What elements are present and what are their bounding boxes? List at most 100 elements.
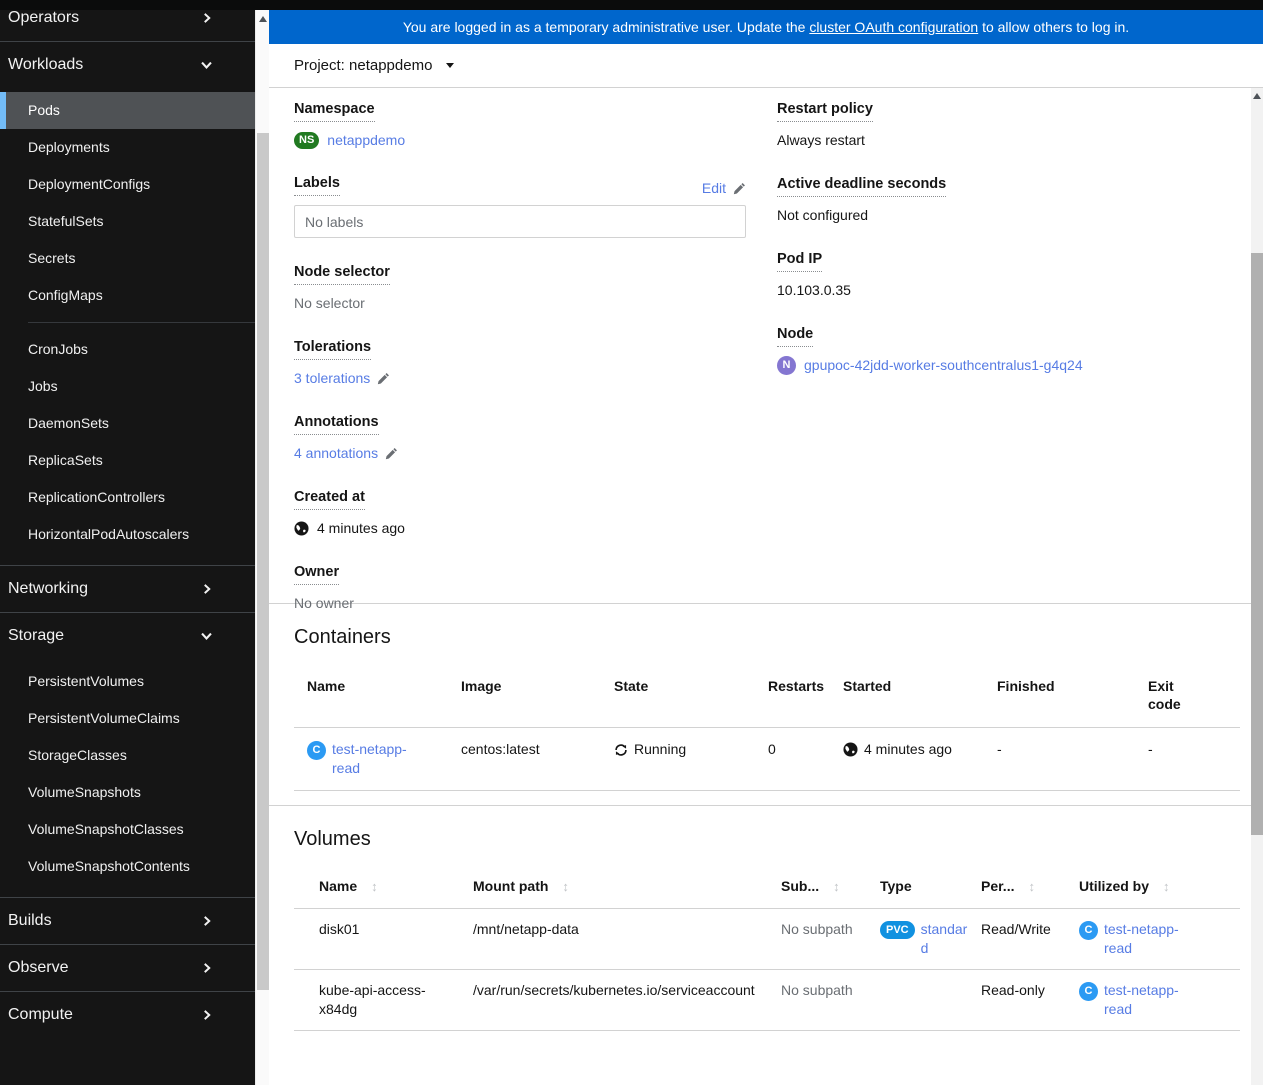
created-at-value: 4 minutes ago xyxy=(317,520,405,536)
restart-policy-label: Restart policy xyxy=(777,101,873,122)
sidebar-item-jobs[interactable]: Jobs xyxy=(0,368,255,405)
sidebar-item-secrets[interactable]: Secrets xyxy=(0,240,255,277)
sidebar-item-workloads[interactable]: Workloads xyxy=(0,42,255,88)
sidebar-item-volumesnapshots[interactable]: VolumeSnapshots xyxy=(0,774,255,811)
sidebar-item-label: Networking xyxy=(8,580,89,597)
namespace-label: Namespace xyxy=(294,101,375,122)
column-header-image: Image xyxy=(461,678,502,694)
pvc-badge: PVC xyxy=(880,921,915,939)
column-header-mount-path[interactable]: Mount path ↕ xyxy=(473,871,781,908)
sidebar-item-persistentvolumeclaims[interactable]: PersistentVolumeClaims xyxy=(0,700,255,737)
container-exit-code: - xyxy=(1148,741,1153,757)
volume-table-row: kube-api-access-x84dg /var/run/secrets/k… xyxy=(294,970,1240,1031)
sidebar-item-deployments[interactable]: Deployments xyxy=(0,129,255,166)
column-header-name[interactable]: Name ↕ xyxy=(319,871,473,908)
sidebar-item-cronjobs[interactable]: CronJobs xyxy=(0,331,255,368)
caret-down-icon xyxy=(446,63,455,68)
container-badge: C xyxy=(1079,921,1098,940)
sidebar-item-label: Builds xyxy=(8,912,52,929)
scroll-up-arrow-icon[interactable] xyxy=(1253,93,1261,99)
containers-table: Name Image State Restarts Started Finish… xyxy=(294,669,1240,791)
globe-icon xyxy=(843,742,858,757)
sidebar-nav: Operators Workloads Pods Deployments Dep… xyxy=(0,0,255,1085)
container-finished: - xyxy=(997,741,1002,757)
edit-labels-button[interactable]: Edit xyxy=(702,180,746,196)
container-started: 4 minutes ago xyxy=(864,741,952,757)
utilized-by-link[interactable]: test-netapp-read xyxy=(1104,920,1196,958)
main-scrollbar[interactable] xyxy=(1251,88,1263,1085)
node-link[interactable]: gpupoc-42jdd-worker-southcentralus1-g4q2… xyxy=(804,356,1083,375)
container-table-row: C test-netapp-read centos:latest Running… xyxy=(294,728,1240,791)
sidebar-item-configmaps[interactable]: ConfigMaps xyxy=(0,277,255,314)
column-header-started: Started xyxy=(843,678,892,694)
sort-icon[interactable]: ↕ xyxy=(1163,879,1170,894)
volumes-table-header: Name ↕ Mount path ↕ Sub... ↕ Type Per... ↕ U… xyxy=(294,871,1240,909)
sidebar-item-observe[interactable]: Observe xyxy=(0,945,255,991)
column-header-state: State xyxy=(614,678,649,694)
pod-details-section: Namespace NS netappdemo Labels Edit No l… xyxy=(269,88,1251,611)
workloads-subnav: Pods Deployments DeploymentConfigs State… xyxy=(0,88,255,565)
container-name-link[interactable]: test-netapp-read xyxy=(332,740,412,778)
pencil-icon[interactable] xyxy=(385,447,398,460)
volumes-table: Name ↕ Mount path ↕ Sub... ↕ Type Per... ↕ U… xyxy=(294,871,1240,1031)
chevron-right-icon xyxy=(201,915,213,927)
tolerations-label: Tolerations xyxy=(294,339,372,360)
pvc-link[interactable]: standard xyxy=(921,920,971,958)
sidebar-item-persistentvolumes[interactable]: PersistentVolumes xyxy=(0,663,255,700)
sidebar-item-builds[interactable]: Builds xyxy=(0,898,255,944)
sidebar-item-label: Operators xyxy=(8,9,80,26)
volumes-heading: Volumes xyxy=(294,828,371,850)
volume-subpath: No subpath xyxy=(781,921,853,937)
cluster-oauth-configuration-link[interactable]: cluster OAuth configuration xyxy=(809,19,978,35)
project-bar: Project: netappdemo xyxy=(269,44,1263,88)
volume-mount-path: /var/run/secrets/kubernetes.io/serviceac… xyxy=(473,982,755,998)
annotations-link[interactable]: 4 annotations xyxy=(294,444,378,463)
temporary-admin-banner: You are logged in as a temporary adminis… xyxy=(269,10,1263,44)
utilized-by-link[interactable]: test-netapp-read xyxy=(1104,981,1196,1019)
main-area: You are logged in as a temporary adminis… xyxy=(269,10,1263,1085)
column-header-exit-code: Exit code xyxy=(1148,678,1181,712)
namespace-link[interactable]: netappdemo xyxy=(327,131,405,150)
sidebar-item-networking[interactable]: Networking xyxy=(0,566,255,612)
volume-permissions: Read/Write xyxy=(981,921,1051,937)
volumes-section: Volumes Name ↕ Mount path ↕ Sub... ↕ Type P… xyxy=(269,806,1251,1067)
sidebar-item-volumesnapshotcontents[interactable]: VolumeSnapshotContents xyxy=(0,848,255,885)
sidebar-scrollbar[interactable] xyxy=(255,10,269,1085)
tolerations-link[interactable]: 3 tolerations xyxy=(294,369,370,388)
labels-empty-box: No labels xyxy=(294,205,746,238)
sidebar-item-storage[interactable]: Storage xyxy=(0,613,255,659)
sort-icon[interactable]: ↕ xyxy=(833,879,840,894)
sidebar-item-statefulsets[interactable]: StatefulSets xyxy=(0,203,255,240)
column-header-finished: Finished xyxy=(997,678,1055,694)
project-selector[interactable]: Project: netappdemo xyxy=(294,57,455,74)
sidebar-item-replicasets[interactable]: ReplicaSets xyxy=(0,442,255,479)
column-header-type: Type xyxy=(880,878,912,894)
scroll-up-arrow-icon[interactable] xyxy=(258,16,267,22)
sidebar-item-deploymentconfigs[interactable]: DeploymentConfigs xyxy=(0,166,255,203)
sidebar-item-compute[interactable]: Compute xyxy=(0,992,255,1038)
sidebar-item-pods[interactable]: Pods xyxy=(0,92,255,129)
active-deadline-seconds-value: Not configured xyxy=(777,207,869,223)
sort-icon[interactable]: ↕ xyxy=(371,879,378,894)
column-header-utilized-by[interactable]: Utilized by ↕ xyxy=(1079,871,1240,908)
sidebar-item-replicationcontrollers[interactable]: ReplicationControllers xyxy=(0,479,255,516)
chevron-right-icon xyxy=(201,962,213,974)
banner-text-before: You are logged in as a temporary adminis… xyxy=(402,19,810,35)
column-header-permissions[interactable]: Per... ↕ xyxy=(981,871,1079,908)
sidebar-item-daemonsets[interactable]: DaemonSets xyxy=(0,405,255,442)
sync-running-icon xyxy=(614,743,628,757)
containers-heading: Containers xyxy=(294,626,391,648)
sidebar-item-volumesnapshotclasses[interactable]: VolumeSnapshotClasses xyxy=(0,811,255,848)
storage-subnav: PersistentVolumes PersistentVolumeClaims… xyxy=(0,659,255,897)
sidebar-scrollbar-thumb[interactable] xyxy=(257,133,269,990)
sort-icon[interactable]: ↕ xyxy=(562,879,569,894)
sidebar-item-storageclasses[interactable]: StorageClasses xyxy=(0,737,255,774)
sort-icon[interactable]: ↕ xyxy=(1028,879,1035,894)
restart-policy-value: Always restart xyxy=(777,132,865,148)
container-state: Running xyxy=(634,741,687,757)
pencil-icon[interactable] xyxy=(377,372,390,385)
main-scrollbar-thumb[interactable] xyxy=(1251,253,1263,835)
column-header-subpath[interactable]: Sub... ↕ xyxy=(781,871,880,908)
sidebar-item-label: Compute xyxy=(8,1006,73,1023)
sidebar-item-horizontalpodautoscalers[interactable]: HorizontalPodAutoscalers xyxy=(0,516,255,553)
